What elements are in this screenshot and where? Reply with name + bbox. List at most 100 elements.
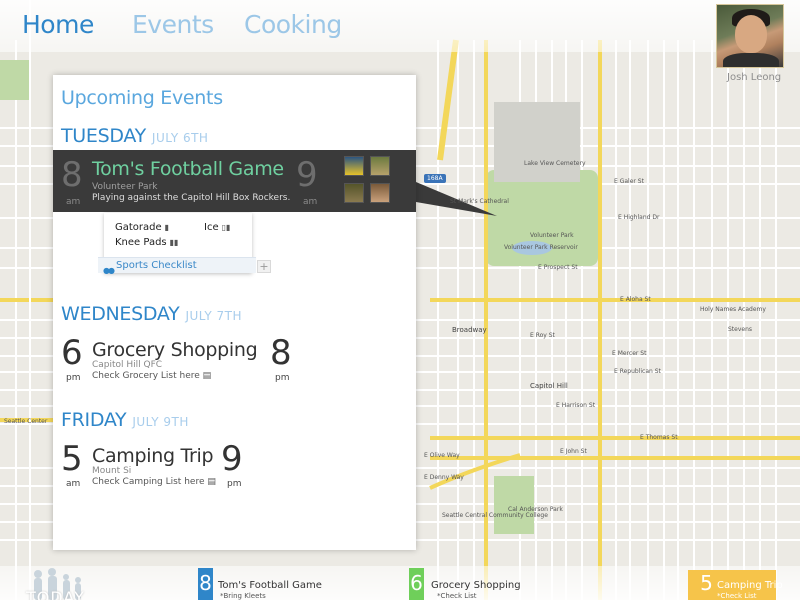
event-start-hour: 8 xyxy=(61,155,83,195)
tile-camping-name[interactable]: Camping Trip xyxy=(717,580,783,591)
event-start-hour: 5 xyxy=(61,439,83,479)
day-heading-friday: FRIDAY JULY 9TH xyxy=(61,409,189,431)
event-start-hour: 6 xyxy=(61,333,83,373)
tile-grocery-note: *Check List xyxy=(437,592,477,600)
attendee-photo[interactable] xyxy=(344,183,364,203)
tile-grocery-name[interactable]: Grocery Shopping xyxy=(431,580,521,591)
map-label-capitol-hill: Capitol Hill xyxy=(530,382,568,390)
list-icon: ▤ xyxy=(207,477,216,487)
featured-event-football[interactable]: 8 am Tom's Football Game Volunteer Park … xyxy=(53,150,416,212)
map-label-republican: E Republican St xyxy=(614,368,661,375)
avatar-shirt xyxy=(723,53,779,67)
map-label-broadway: Broadway xyxy=(452,326,487,334)
map-label-stevens: Stevens xyxy=(728,326,753,333)
event-link-label: Check Grocery List here xyxy=(92,371,200,381)
event-end-hour: 9 xyxy=(296,155,318,195)
map-label-st-marks: St Mark's Cathedral xyxy=(450,198,509,205)
event-title[interactable]: Grocery Shopping xyxy=(92,339,258,361)
event-end-ampm: am xyxy=(303,197,318,207)
event-link-label: Check Camping List here xyxy=(92,477,205,487)
event-location: Mount Si xyxy=(92,466,132,476)
tab-events[interactable]: Events xyxy=(132,10,214,39)
map-label-denny-way: E Denny Way xyxy=(424,474,464,481)
attendee-photo[interactable] xyxy=(344,156,364,176)
panel-title: Upcoming Events xyxy=(61,87,223,109)
event-location: Volunteer Park xyxy=(92,182,158,192)
map-label-john: E John St xyxy=(560,448,587,455)
map-label-mercer: E Mercer St xyxy=(612,350,647,357)
event-start-ampm: am xyxy=(66,197,81,207)
day-heading-tuesday: TUESDAY JULY 6TH xyxy=(61,125,208,147)
grocery-list-link[interactable]: Check Grocery List here ▤ xyxy=(92,371,211,381)
map-label-highway-shield: 168A xyxy=(424,174,446,183)
day-date: JULY 7TH xyxy=(185,309,242,323)
tile-camping[interactable]: 5 xyxy=(699,568,714,600)
attendee-photo[interactable] xyxy=(370,156,390,176)
map-label-seattle-central: Seattle Central Community College xyxy=(442,512,548,519)
event-location: Capitol Hill QFC xyxy=(92,360,163,370)
camping-list-link[interactable]: Check Camping List here ▤ xyxy=(92,477,216,487)
map-label-volunteer-park: Volunteer Park xyxy=(530,232,574,239)
checklist-item-label: Knee Pads xyxy=(115,237,167,248)
user-avatar[interactable] xyxy=(716,4,784,68)
map-label-galer: E Galer St xyxy=(614,178,644,185)
tile-football-name[interactable]: Tom's Football Game xyxy=(218,580,322,591)
checklist-tab[interactable]: ●● Sports Checklist xyxy=(98,257,256,275)
tile-grocery[interactable]: 6 xyxy=(409,568,424,600)
event-description: Playing against the Capitol Hill Box Roc… xyxy=(92,193,291,203)
today-strip: TODAY 8 Tom's Football Game *Bring Kleet… xyxy=(0,566,800,600)
sports-checklist-card: Gatorade ▮ Knee Pads ▮▮ Ice ▯▮ ●● Sports Ch… xyxy=(98,213,256,275)
event-end-hour: 8 xyxy=(270,333,292,373)
map-label-roy: E Roy St xyxy=(530,332,555,339)
event-end-ampm: pm xyxy=(275,373,290,383)
event-end-hour: 9 xyxy=(221,439,243,479)
day-name: TUESDAY xyxy=(61,125,146,147)
checklist-item[interactable]: Gatorade ▮ xyxy=(115,222,169,233)
checklist-dots-icon: ●● xyxy=(103,266,115,275)
day-heading-wednesday: WEDNESDAY JULY 7TH xyxy=(61,303,242,325)
tile-camping-note: *Check List xyxy=(717,592,757,600)
checklist-item[interactable]: Knee Pads ▮▮ xyxy=(115,237,178,248)
cemetery-area xyxy=(494,102,580,182)
top-nav-bar: Home Events Cooking xyxy=(0,0,800,52)
bottle-icon: ▮ xyxy=(164,223,170,232)
avatar-face xyxy=(735,15,767,53)
user-name: Josh Leong xyxy=(727,72,782,83)
add-checklist-button[interactable]: + xyxy=(257,260,271,273)
day-date: JULY 6TH xyxy=(151,131,209,145)
cal-anderson-area xyxy=(494,476,534,534)
event-end-ampm: pm xyxy=(227,479,242,489)
today-label: TODAY xyxy=(26,588,85,600)
list-icon: ▤ xyxy=(202,371,212,381)
event-title[interactable]: Tom's Football Game xyxy=(92,158,284,180)
map-label-harrison: E Harrison St xyxy=(556,402,596,409)
map-label-lake-view: Lake View Cemetery xyxy=(524,160,586,167)
map-label-holy-names: Holy Names Academy xyxy=(700,306,766,313)
event-title[interactable]: Camping Trip xyxy=(92,445,214,467)
checklist-item-label: Gatorade xyxy=(115,222,162,233)
checklist-tab-label: Sports Checklist xyxy=(116,260,197,271)
ice-icon: ▯▮ xyxy=(221,223,231,232)
tile-football[interactable]: 8 xyxy=(198,568,213,600)
map-label-cal-anderson: Cal Anderson Park xyxy=(508,506,563,513)
event-start-ampm: am xyxy=(66,479,81,489)
pads-icon: ▮▮ xyxy=(169,238,179,247)
tile-football-note: *Bring Kleets xyxy=(220,592,266,600)
map-label-highland: E Highland Dr xyxy=(618,214,660,221)
map-label-prospect: E Prospect St xyxy=(538,264,578,271)
day-date: JULY 9TH xyxy=(132,415,189,429)
map-label-thomas: E Thomas St xyxy=(640,434,678,441)
day-name: WEDNESDAY xyxy=(61,303,180,325)
attendee-photo[interactable] xyxy=(370,183,390,203)
upcoming-events-panel: Upcoming Events TUESDAY JULY 6TH 8 am Tom… xyxy=(53,75,416,550)
tab-cooking[interactable]: Cooking xyxy=(244,10,342,39)
event-start-ampm: pm xyxy=(66,373,81,383)
checklist-item-label: Ice xyxy=(204,222,219,233)
checklist-item[interactable]: Ice ▯▮ xyxy=(204,222,230,233)
tab-home[interactable]: Home xyxy=(22,10,94,39)
map-label-olive-way: E Olive Way xyxy=(424,452,460,459)
map-label-reservoir: Volunteer Park Reservoir xyxy=(504,244,578,251)
map-label-aloha: E Aloha St xyxy=(620,296,651,303)
day-name: FRIDAY xyxy=(61,409,127,431)
map-label-seattle-center: Seattle Center xyxy=(4,418,48,425)
